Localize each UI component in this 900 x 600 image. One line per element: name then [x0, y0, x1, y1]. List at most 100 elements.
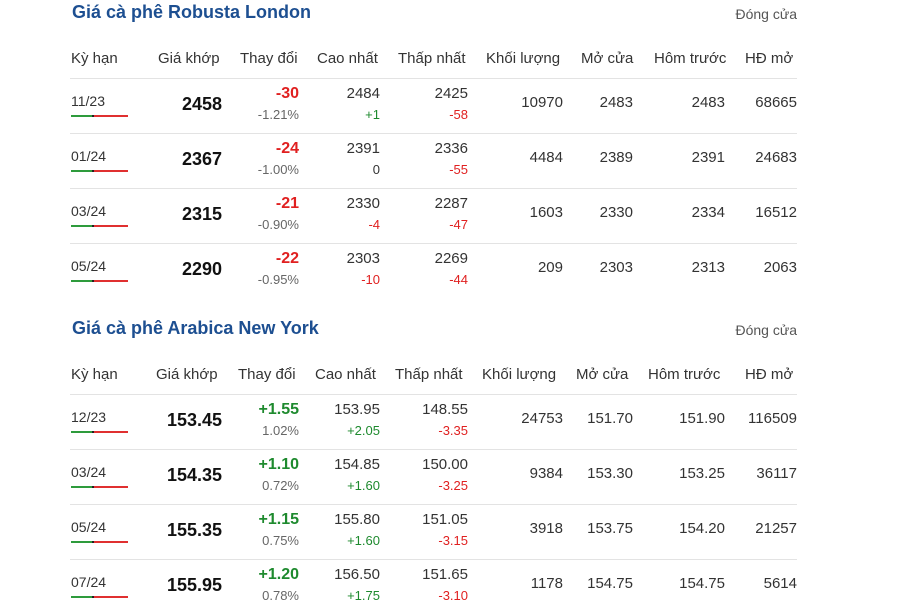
low-price: 151.05	[422, 511, 468, 528]
low-diff: -44	[449, 272, 468, 287]
table-row[interactable]: 12/23 153.45 +1.55 1.02% 153.95 +2.05 148.55 -3…	[70, 395, 797, 450]
col-change: Thay đổi	[240, 50, 298, 67]
col-high: Cao nhất	[315, 366, 376, 383]
open-interest: 2063	[763, 259, 797, 276]
arabica-status: Đóng cửa	[735, 322, 797, 338]
low-diff: -3.35	[438, 423, 468, 438]
table-row[interactable]: 05/24 2290 -22 -0.95% 2303 -10 2269 -44 209 2303 2…	[70, 244, 797, 298]
arabica-header: Giá cà phê Arabica New York Đóng cửa	[70, 318, 797, 348]
term-label: 12/23	[71, 409, 107, 425]
last-price: 153.45	[166, 410, 222, 430]
range-bar	[71, 486, 128, 488]
price-change: +1.20	[258, 566, 299, 583]
col-prev: Hôm trước	[654, 50, 727, 67]
table-row[interactable]: 07/24 155.95 +1.20 0.78% 156.50 +1.75 151.65 -3…	[70, 560, 797, 600]
high-price: 2303	[346, 250, 380, 267]
range-bar	[71, 115, 128, 117]
table-row[interactable]: 11/23 2458 -30 -1.21% 2484 +1 2425 -58 10970 2483…	[70, 79, 797, 134]
high-price: 156.50	[334, 566, 380, 583]
price-change-percent: -1.21%	[257, 107, 299, 122]
term-label: 07/24	[71, 574, 107, 590]
term-label: 05/24	[71, 519, 107, 535]
low-diff: -55	[449, 162, 468, 177]
high-diff: -10	[361, 272, 380, 287]
high-diff: +1.60	[347, 533, 380, 548]
low-diff: -47	[449, 217, 468, 232]
volume: 1178	[530, 575, 563, 592]
col-change: Thay đổi	[238, 366, 296, 383]
open-interest: 24683	[755, 149, 797, 166]
col-open: Mở cửa	[581, 50, 634, 67]
previous-price: 154.20	[679, 520, 725, 537]
high-price: 2330	[346, 195, 380, 212]
price-change: -24	[275, 140, 299, 157]
col-oi: HĐ mở	[745, 366, 794, 383]
term-label: 01/24	[71, 148, 107, 164]
col-prev: Hôm trước	[648, 366, 721, 383]
col-volume: Khối lượng	[486, 50, 561, 67]
table-row[interactable]: 03/24 2315 -21 -0.90% 2330 -4 2287 -47 1603 2330 2…	[70, 189, 797, 244]
price-change-percent: 0.72%	[262, 478, 299, 493]
volume: 9384	[529, 465, 563, 482]
col-high: Cao nhất	[317, 50, 378, 67]
low-diff: -3.15	[438, 533, 468, 548]
volume: 1603	[529, 204, 563, 221]
table-row[interactable]: 05/24 155.35 +1.15 0.75% 155.80 +1.60 151.05 -3…	[70, 505, 797, 560]
open-interest: 5614	[763, 575, 797, 592]
last-price: 155.95	[166, 575, 222, 595]
low-price: 2425	[434, 85, 468, 102]
robusta-status: Đóng cửa	[735, 6, 797, 22]
previous-price: 2313	[691, 259, 725, 276]
open-interest: 68665	[755, 94, 797, 111]
price-change-percent: -0.95%	[257, 272, 299, 287]
last-price: 154.35	[166, 465, 222, 485]
low-price: 151.65	[422, 566, 468, 583]
high-price: 155.80	[334, 511, 380, 528]
open-price: 2303	[599, 259, 633, 276]
high-diff: +1.60	[347, 478, 380, 493]
range-bar	[71, 280, 128, 282]
open-interest: 21257	[755, 520, 797, 537]
col-price: Giá khớp	[158, 50, 220, 67]
high-price: 153.95	[334, 401, 380, 418]
range-bar	[71, 170, 128, 172]
high-diff: -4	[368, 217, 380, 232]
price-change-percent: 0.78%	[262, 588, 299, 600]
price-change: -21	[275, 195, 299, 212]
term-label: 03/24	[71, 464, 107, 480]
table-row[interactable]: 01/24 2367 -24 -1.00% 2391 0 2336 -55 4484 2389 23…	[70, 134, 797, 189]
high-diff: +2.05	[347, 423, 380, 438]
open-price: 154.75	[587, 575, 633, 592]
open-price: 153.30	[587, 465, 633, 482]
col-low: Thấp nhất	[398, 50, 466, 67]
low-price: 2336	[434, 140, 468, 157]
price-change-percent: 0.75%	[262, 533, 299, 548]
open-price: 2389	[599, 149, 633, 166]
arabica-section: Giá cà phê Arabica New York Đóng cửa Kỳ …	[70, 318, 797, 600]
price-change-percent: -0.90%	[257, 217, 299, 232]
previous-price: 2483	[691, 94, 725, 111]
last-price: 155.35	[166, 520, 222, 540]
table-row[interactable]: 03/24 154.35 +1.10 0.72% 154.85 +1.60 150.00 -3…	[70, 450, 797, 505]
previous-price: 2334	[691, 204, 725, 221]
last-price: 2458	[181, 94, 222, 114]
previous-price: 153.25	[679, 465, 725, 482]
volume: 209	[537, 259, 563, 276]
open-price: 2483	[599, 94, 633, 111]
low-price: 2269	[434, 250, 468, 267]
volume: 4484	[529, 149, 563, 166]
col-volume: Khối lượng	[482, 366, 557, 383]
price-change: -22	[275, 250, 299, 267]
open-price: 2330	[599, 204, 633, 221]
open-interest: 16512	[755, 204, 797, 221]
robusta-column-headers: Kỳ hạn Giá khớp Thay đổi Cao nhất Thấp n…	[70, 42, 797, 79]
robusta-title: Giá cà phê Robusta London	[72, 2, 312, 22]
col-term: Kỳ hạn	[71, 50, 118, 67]
high-price: 2484	[346, 85, 380, 102]
high-price: 2391	[346, 140, 380, 157]
open-interest: 36117	[756, 465, 797, 482]
previous-price: 2391	[691, 149, 725, 166]
high-diff: +1	[365, 107, 380, 122]
low-price: 148.55	[422, 401, 468, 418]
high-diff: 0	[372, 162, 380, 177]
